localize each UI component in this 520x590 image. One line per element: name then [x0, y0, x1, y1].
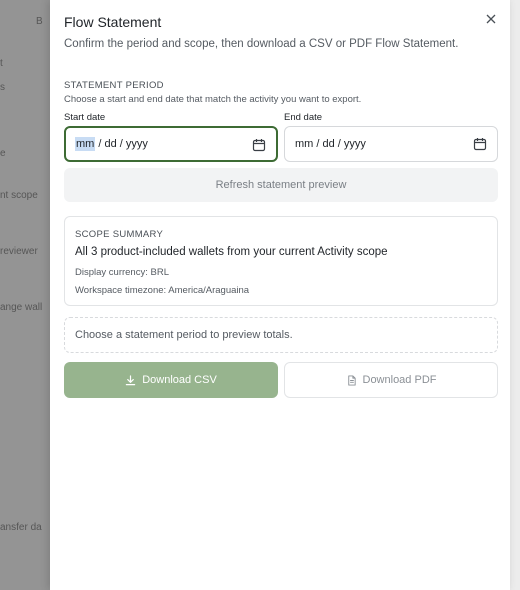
end-date-label: End date [284, 112, 323, 123]
calendar-icon[interactable] [252, 138, 266, 152]
end-date-value: mm / dd / yyyy [295, 138, 366, 150]
workspace-timezone: Workspace timezone: America/Araguaina [75, 285, 250, 296]
totals-preview-placeholder: Choose a statement period to preview tot… [64, 317, 498, 353]
document-icon [347, 374, 356, 386]
scope-summary-label: SCOPE SUMMARY [75, 229, 164, 240]
download-pdf-button[interactable]: Download PDF [284, 362, 498, 398]
end-date-input[interactable]: mm / dd / yyyy [284, 126, 498, 162]
start-date-month-segment[interactable]: mm [75, 137, 96, 151]
download-csv-button[interactable]: Download CSV [64, 362, 278, 398]
statement-period-label: STATEMENT PERIOD [64, 80, 164, 91]
start-date-rest: / dd / yyyy [95, 138, 148, 150]
download-pdf-label: Download PDF [362, 374, 437, 386]
scrollbar-track[interactable] [510, 0, 520, 590]
flow-statement-drawer: Flow Statement Confirm the period and sc… [50, 0, 510, 590]
close-icon [486, 14, 496, 24]
scope-summary-card: SCOPE SUMMARY All 3 product-included wal… [64, 216, 498, 306]
download-icon [125, 374, 136, 385]
close-button[interactable] [483, 11, 499, 27]
download-csv-label: Download CSV [142, 374, 217, 386]
scope-summary-text: All 3 product-included wallets from your… [75, 246, 388, 258]
refresh-preview-button[interactable]: Refresh statement preview [64, 168, 498, 202]
drawer-subtitle: Confirm the period and scope, then downl… [64, 38, 459, 50]
drawer-title: Flow Statement [64, 14, 162, 30]
start-date-label: Start date [64, 112, 106, 123]
start-date-input[interactable]: mm / dd / yyyy [64, 126, 278, 162]
calendar-icon[interactable] [473, 137, 487, 151]
statement-period-description: Choose a start and end date that match t… [64, 94, 362, 105]
display-currency: Display currency: BRL [75, 267, 169, 278]
